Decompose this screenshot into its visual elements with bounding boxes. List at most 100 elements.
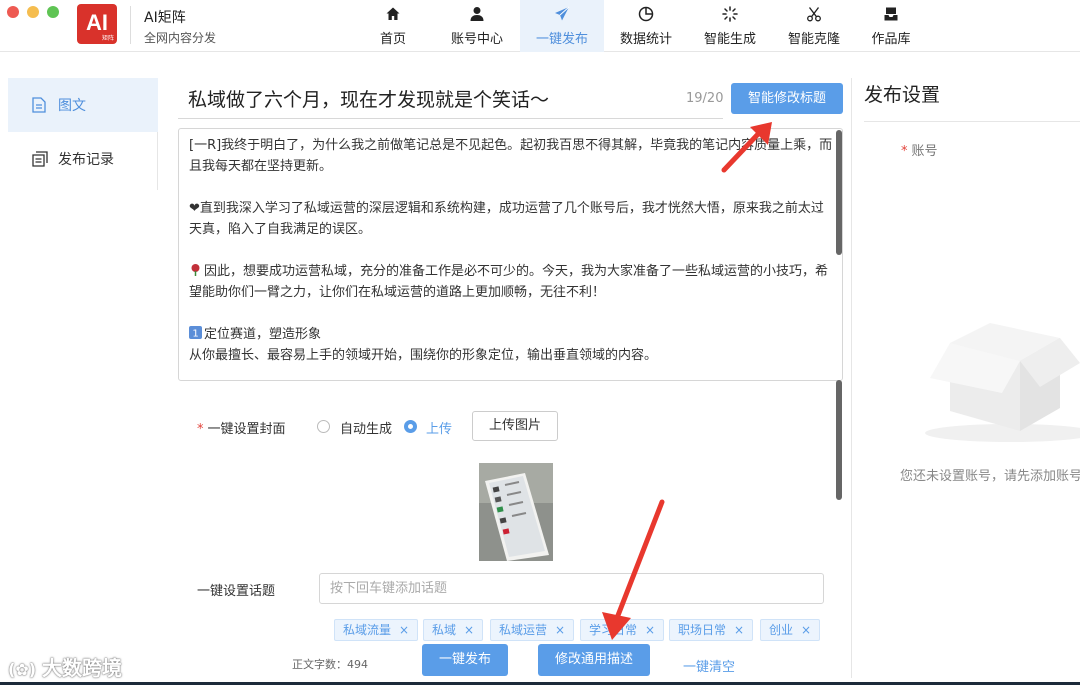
topic-tag: 学习日常 × bbox=[580, 619, 665, 641]
body-paragraph-text: 定位赛道，塑造形象 bbox=[204, 327, 322, 342]
cover-thumbnail[interactable] bbox=[479, 463, 553, 561]
body-paragraph-text: 因此，想要成功运营私域，充分的准备工作是必不可少的。今天，我为大家准备了一些私域… bbox=[189, 264, 829, 300]
rose-emoji-icon bbox=[191, 264, 200, 276]
upload-image-button[interactable]: 上传图片 bbox=[472, 411, 558, 441]
body-paragraph: 因此，想要成功运营私域，充分的准备工作是必不可少的。今天，我为大家准备了一些私域… bbox=[189, 261, 834, 303]
page-scrollbar[interactable] bbox=[836, 380, 842, 500]
nav-item-ai-clone[interactable]: 智能克隆 bbox=[774, 0, 854, 52]
nav-item-ai-generate[interactable]: 智能生成 bbox=[690, 0, 770, 52]
body-paragraph: 1 定位赛道，塑造形象从你最擅长、最容易上手的领域开始，围绕你的形象定位，输出垂直… bbox=[189, 324, 834, 366]
close-icon[interactable]: × bbox=[464, 623, 474, 637]
maximize-window-button[interactable] bbox=[47, 6, 59, 18]
sidebar: 图文 发布记录 bbox=[8, 78, 158, 190]
cover-upload-radio[interactable] bbox=[404, 420, 417, 433]
close-icon[interactable]: × bbox=[734, 623, 744, 637]
settings-title: 发布设置 bbox=[864, 84, 941, 106]
ai-edit-title-button[interactable]: 智能修改标题 bbox=[731, 83, 843, 114]
topic-tag: 私域运营 × bbox=[490, 619, 575, 641]
tag-text: 私域运营 bbox=[499, 623, 548, 637]
close-icon[interactable]: × bbox=[555, 623, 565, 637]
required-mark: * bbox=[901, 144, 908, 159]
body-paragraph: ❤直到我深入学习了私域运营的深层逻辑和系统构建，成功运营了几个账号后，我才恍然大… bbox=[189, 201, 824, 237]
nav-item-publish[interactable]: 一键发布 bbox=[520, 0, 604, 52]
topic-label: 一键设置话题 bbox=[197, 584, 276, 599]
nav-item-works[interactable]: 作品库 bbox=[858, 0, 924, 52]
pie-chart-icon bbox=[638, 6, 654, 24]
cover-label: * 一键设置封面 bbox=[197, 418, 286, 437]
app-window: AI 矩阵 AI矩阵 全网内容分发 首页 账号中心 一键发布 数据统计 智能生成… bbox=[0, 0, 1080, 685]
nav-item-home[interactable]: 首页 bbox=[358, 0, 428, 52]
body-textarea[interactable]: [一R]我终于明白了，为什么我之前做笔记总是不见起色。起初我百思不得其解，毕竟我… bbox=[178, 128, 843, 381]
topic-tag: 创业 × bbox=[760, 619, 821, 641]
watermark: (✿) 大数跨境 bbox=[8, 652, 122, 681]
title-char-count: 19/20 bbox=[686, 91, 724, 106]
document-icon bbox=[32, 97, 48, 113]
send-icon bbox=[554, 6, 570, 24]
clear-all-link[interactable]: 一键清空 bbox=[683, 656, 735, 675]
required-mark: * bbox=[197, 422, 204, 437]
publish-button[interactable]: 一键发布 bbox=[422, 644, 508, 676]
nav-item-stats[interactable]: 数据统计 bbox=[606, 0, 686, 52]
app-name: AI矩阵 bbox=[144, 10, 186, 26]
logo-subtext: 矩阵 bbox=[101, 36, 114, 42]
topic-tag: 私域 × bbox=[423, 619, 484, 641]
copy-icon bbox=[32, 151, 48, 167]
close-icon[interactable]: × bbox=[399, 623, 409, 637]
loading-icon bbox=[722, 5, 738, 24]
nav-label: 数据统计 bbox=[619, 31, 672, 47]
settings-divider bbox=[864, 121, 1080, 122]
inbox-icon bbox=[883, 6, 899, 24]
body-paragraph-text: 从你最擅长、最容易上手的领域开始，围绕你的形象定位，输出垂直领域的内容。 bbox=[189, 348, 658, 363]
nav-label: 一键发布 bbox=[535, 31, 588, 47]
home-icon bbox=[385, 6, 401, 24]
close-icon[interactable]: × bbox=[801, 623, 811, 637]
title-underline bbox=[178, 118, 723, 119]
edit-description-button[interactable]: 修改通用描述 bbox=[538, 644, 650, 676]
cover-auto-label[interactable]: 自动生成 bbox=[340, 418, 392, 437]
panel-divider bbox=[851, 78, 852, 678]
top-bar: AI 矩阵 AI矩阵 全网内容分发 首页 账号中心 一键发布 数据统计 智能生成… bbox=[0, 0, 1080, 52]
body-paragraph: [一R]我终于明白了，为什么我之前做笔记总是不见起色。起初我百思不得其解，毕竟我… bbox=[189, 138, 833, 174]
app-logo: AI 矩阵 bbox=[77, 4, 117, 44]
divider bbox=[130, 6, 131, 44]
account-label: * 账号 bbox=[901, 140, 938, 159]
app-subtitle: 全网内容分发 bbox=[144, 31, 217, 45]
nav-label: 账号中心 bbox=[450, 31, 503, 47]
tag-text: 私域 bbox=[432, 623, 457, 637]
body-content: [一R]我终于明白了，为什么我之前做笔记总是不见起色。起初我百思不得其解，毕竟我… bbox=[189, 135, 834, 366]
cover-label-text: 一键设置封面 bbox=[207, 422, 286, 437]
nav-label: 智能生成 bbox=[703, 31, 756, 47]
close-window-button[interactable] bbox=[7, 6, 19, 18]
nav-label: 作品库 bbox=[871, 31, 911, 47]
svg-text:1: 1 bbox=[192, 329, 198, 340]
watermark-text: 大数跨境 bbox=[42, 656, 123, 680]
tag-text: 创业 bbox=[769, 623, 794, 637]
tag-text: 学习日常 bbox=[589, 623, 638, 637]
logo-text: AI bbox=[86, 10, 108, 35]
empty-box-icon bbox=[920, 283, 1080, 447]
tag-text: 私域流量 bbox=[343, 623, 392, 637]
scissors-icon bbox=[806, 6, 822, 24]
sidebar-item-label: 发布记录 bbox=[58, 152, 114, 168]
sidebar-item-label: 图文 bbox=[58, 98, 86, 114]
title-input[interactable]: 私域做了六个月，现在才发现就是个笑话～ bbox=[188, 85, 549, 112]
textarea-scrollbar[interactable] bbox=[836, 130, 842, 255]
user-icon bbox=[469, 6, 485, 24]
close-icon[interactable]: × bbox=[645, 623, 655, 637]
sidebar-item-history[interactable]: 发布记录 bbox=[8, 132, 158, 186]
nav-item-accounts[interactable]: 账号中心 bbox=[438, 0, 516, 52]
topic-input[interactable]: 按下回车键添加话题 bbox=[319, 573, 824, 604]
account-label-text: 账号 bbox=[911, 144, 938, 159]
minimize-window-button[interactable] bbox=[27, 6, 39, 18]
empty-account-text: 您还未设置账号，请先添加账号 bbox=[900, 469, 1080, 484]
cover-upload-label[interactable]: 上传 bbox=[426, 418, 452, 437]
tag-text: 职场日常 bbox=[678, 623, 727, 637]
topic-tag: 职场日常 × bbox=[669, 619, 754, 641]
watermark-logo-icon: (✿) bbox=[8, 660, 37, 679]
sidebar-item-image-text[interactable]: 图文 bbox=[8, 78, 158, 132]
nav-label: 首页 bbox=[379, 31, 406, 47]
topic-tag: 私域流量 × bbox=[334, 619, 419, 641]
keycap-one-icon: 1 bbox=[189, 326, 202, 339]
cover-auto-radio[interactable] bbox=[317, 420, 330, 433]
nav-label: 智能克隆 bbox=[787, 31, 840, 47]
